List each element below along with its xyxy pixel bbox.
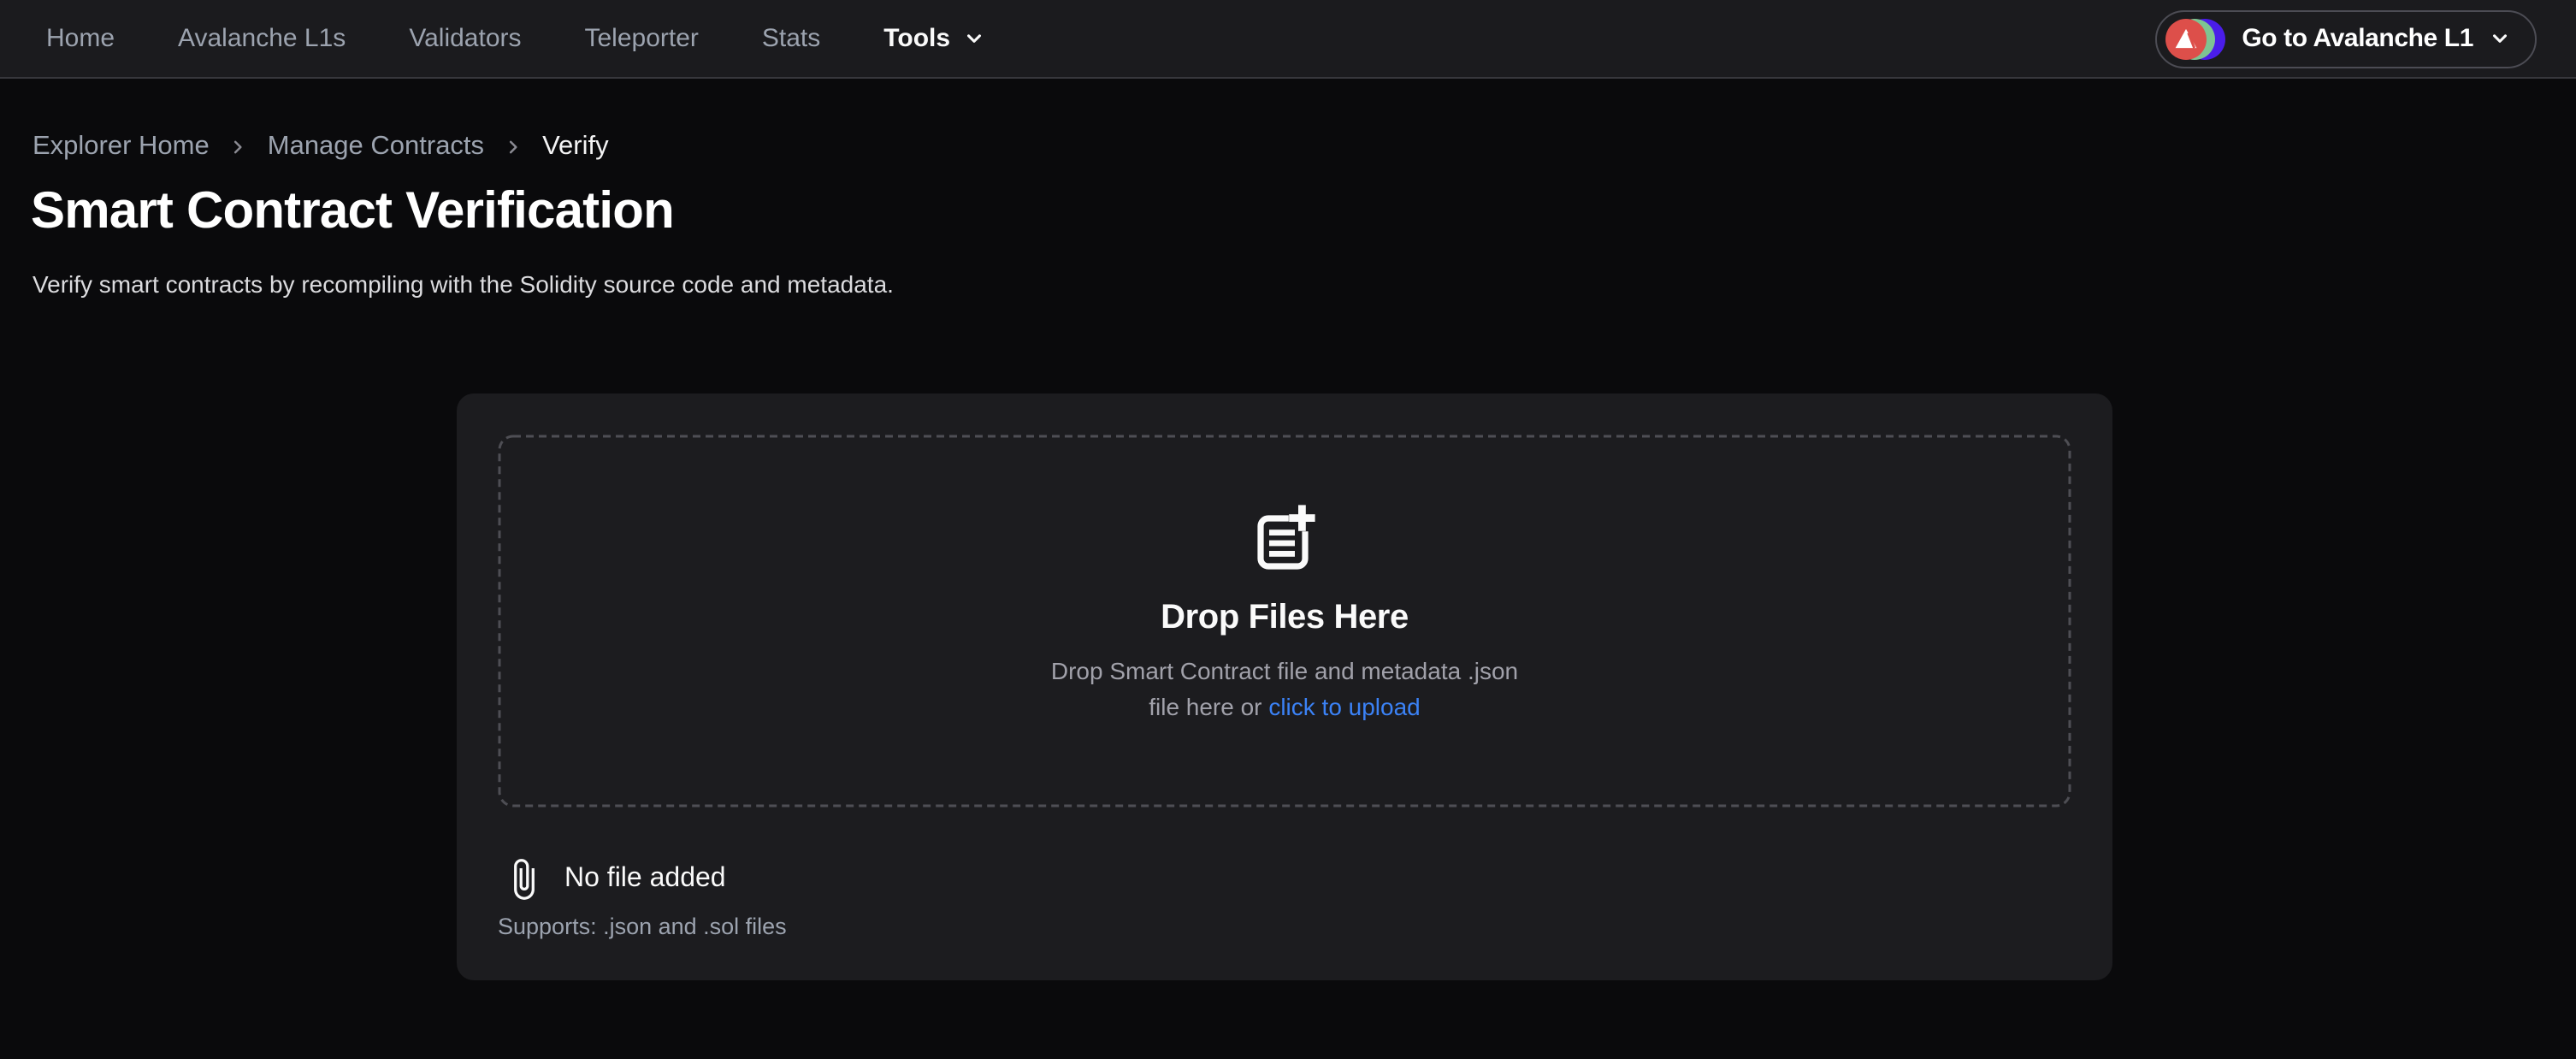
navbar: Home Avalanche L1s Validators Teleporter… [0,0,2576,79]
dropzone-content: Drop Files Here Drop Smart Contract file… [498,435,2071,808]
chevron-right-icon [230,139,247,156]
nav-item-validators[interactable]: Validators [409,24,521,53]
supported-file-types: Supports: .json and .sol files [498,914,2071,939]
chain-logo-stack [2165,18,2224,59]
page-title: Smart Contract Verification [31,181,674,243]
upload-card: Drop Files Here Drop Smart Contract file… [457,393,2112,980]
breadcrumb-manage-contracts[interactable]: Manage Contracts [268,132,484,163]
file-status-row: No file added [513,857,2071,902]
nav-item-stats[interactable]: Stats [762,24,820,53]
chevron-right-icon [505,139,522,156]
document-add-icon [1250,503,1319,571]
dropzone-heading: Drop Files Here [1161,599,1409,638]
dropzone-description: Drop Smart Contract file and metadata .j… [1051,654,1518,725]
file-dropzone[interactable]: Drop Files Here Drop Smart Contract file… [498,435,2071,808]
dropzone-description-line1: Drop Smart Contract file and metadata .j… [1051,657,1518,684]
nav-item-teleporter[interactable]: Teleporter [585,24,699,53]
nav-item-tools[interactable]: Tools [883,24,983,53]
file-status-label: No file added [564,864,726,895]
chain-circle-red [2165,18,2206,59]
nav-tools-label: Tools [883,24,950,53]
nav-item-avalanche-l1s[interactable]: Avalanche L1s [178,24,346,53]
cta-label: Go to Avalanche L1 [2242,24,2473,53]
go-to-avalanche-l1-button[interactable]: Go to Avalanche L1 [2154,9,2537,68]
dropzone-description-line2: file here or [1149,693,1268,720]
click-to-upload-link[interactable]: click to upload [1268,693,1420,720]
chevron-down-icon [2490,29,2509,48]
breadcrumb-verify: Verify [542,132,609,163]
paperclip-icon [513,857,535,902]
page-subtitle: Verify smart contracts by recompiling wi… [32,270,894,298]
nav-item-home[interactable]: Home [46,24,115,53]
page: Home Avalanche L1s Validators Teleporter… [0,0,2576,1059]
chevron-down-icon [964,29,983,48]
breadcrumb: Explorer Home Manage Contracts Verify [32,132,609,163]
avalanche-logo-icon [2173,27,2197,50]
nav-links: Home Avalanche L1s Validators Teleporter… [46,24,983,53]
breadcrumb-explorer-home[interactable]: Explorer Home [32,132,210,163]
